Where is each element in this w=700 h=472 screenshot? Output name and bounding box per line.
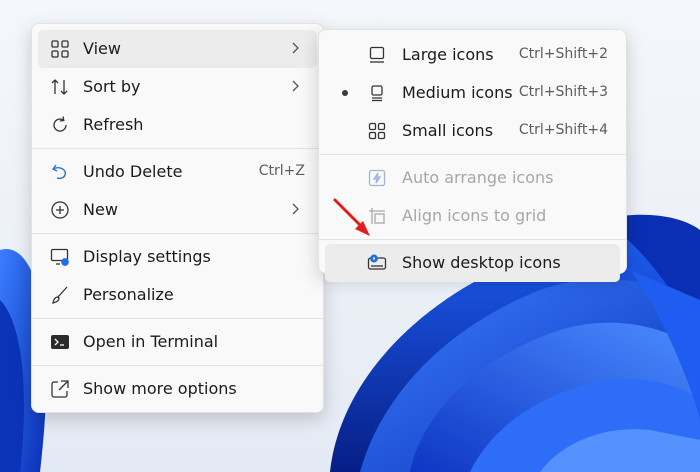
submenu-item-label: Small icons [402, 121, 494, 140]
large-icons-icon [367, 45, 387, 65]
menu-item-label: Personalize [83, 285, 174, 304]
submenu-item-show-desktop-icons[interactable]: Show desktop icons [325, 244, 620, 282]
menu-item-label: Show more options [83, 379, 237, 398]
menu-item-refresh[interactable]: Refresh [38, 106, 317, 144]
menu-item-label: Refresh [83, 115, 144, 134]
submenu-item-label: Show desktop icons [402, 253, 561, 272]
submenu-item-label: Medium icons [402, 83, 513, 102]
menu-item-personalize[interactable]: Personalize [38, 276, 317, 314]
undo-icon [50, 162, 70, 182]
plus-circle-icon [50, 200, 70, 220]
shortcut-text: Ctrl+Shift+3 [518, 84, 608, 100]
submenu-item-small-icons[interactable]: Small icons Ctrl+Shift+4 [325, 112, 620, 150]
brush-icon [50, 285, 70, 305]
chevron-right-icon [292, 80, 299, 92]
refresh-icon [50, 115, 70, 135]
terminal-icon [50, 332, 70, 352]
menu-item-new[interactable]: New [38, 191, 317, 229]
shortcut-text: Ctrl+Z [258, 163, 305, 179]
submenu-item-label: Large icons [402, 45, 494, 64]
red-pointer-arrow-icon [333, 198, 370, 236]
menu-item-show-more-options[interactable]: Show more options [38, 370, 317, 408]
shortcut-text: Ctrl+Shift+4 [518, 122, 608, 138]
menu-separator [319, 154, 626, 155]
chevron-right-icon [292, 42, 299, 54]
share-arrow-icon [50, 379, 70, 399]
submenu-item-label: Align icons to grid [402, 206, 547, 225]
menu-item-view[interactable]: View [38, 30, 317, 68]
chevron-right-icon [292, 203, 299, 215]
submenu-item-medium-icons[interactable]: Medium icons Ctrl+Shift+3 [325, 74, 620, 112]
menu-separator [32, 365, 323, 366]
show-desktop-icon [367, 253, 387, 273]
menu-item-label: Display settings [83, 247, 211, 266]
submenu-item-label: Auto arrange icons [402, 168, 554, 187]
menu-item-label: Sort by [83, 77, 141, 96]
menu-separator [32, 233, 323, 234]
menu-item-label: New [83, 200, 118, 219]
menu-separator [32, 148, 323, 149]
menu-item-undo-delete[interactable]: Undo Delete Ctrl+Z [38, 153, 317, 191]
grid-icon [50, 39, 70, 59]
menu-separator [32, 318, 323, 319]
submenu-item-auto-arrange-icons[interactable]: Auto arrange icons [325, 159, 620, 197]
small-icons-icon [367, 121, 387, 141]
medium-icons-icon [367, 83, 387, 103]
selected-bullet-icon [342, 90, 348, 96]
auto-arrange-icon [367, 168, 387, 188]
desktop-context-menu: View Sort by Refresh Undo Delete Ctrl+Z [31, 23, 324, 413]
menu-item-sort-by[interactable]: Sort by [38, 68, 317, 106]
shortcut-text: Ctrl+Shift+2 [518, 46, 608, 62]
sort-icon [50, 77, 70, 97]
menu-item-label: View [83, 39, 121, 58]
display-settings-icon [50, 247, 70, 267]
menu-item-label: Undo Delete [83, 162, 183, 181]
submenu-item-large-icons[interactable]: Large icons Ctrl+Shift+2 [325, 36, 620, 74]
menu-item-label: Open in Terminal [83, 332, 219, 351]
menu-item-open-in-terminal[interactable]: Open in Terminal [38, 323, 317, 361]
menu-item-display-settings[interactable]: Display settings [38, 238, 317, 276]
